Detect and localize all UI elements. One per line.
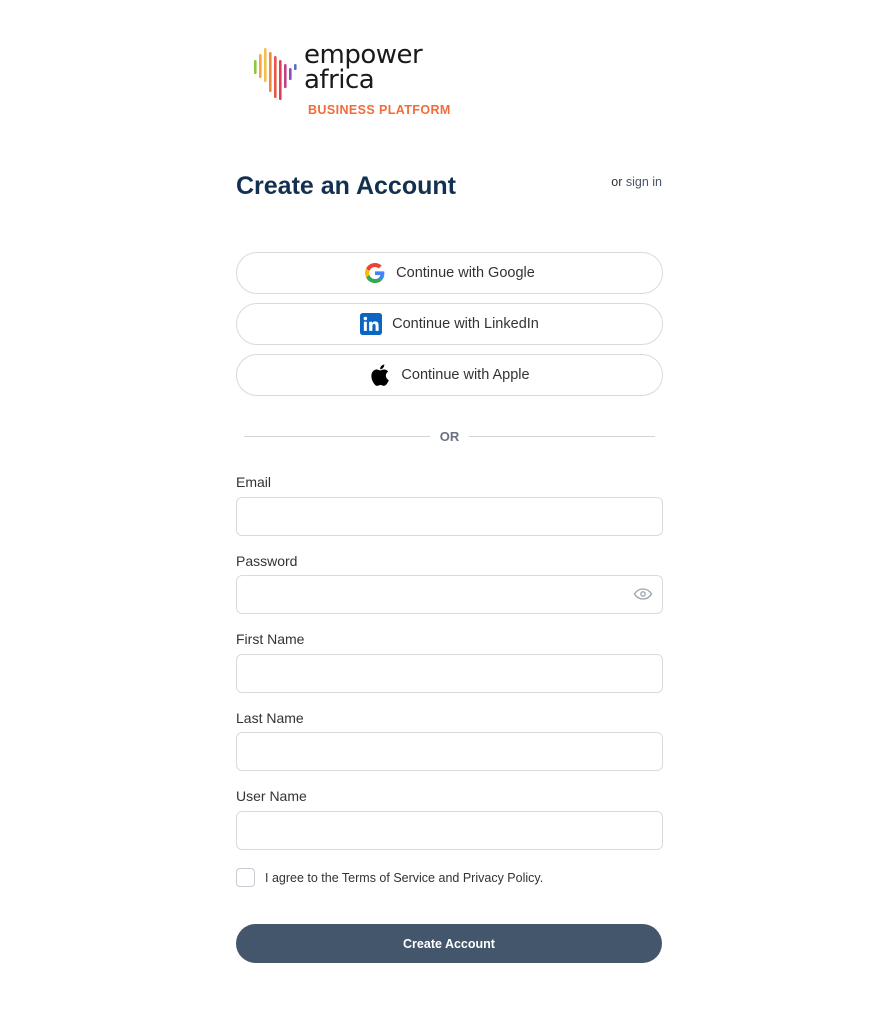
password-field[interactable] — [236, 575, 663, 614]
user-name-field[interactable] — [236, 811, 663, 850]
agree-terms-text: I agree to the Terms of Service and Priv… — [265, 871, 543, 885]
agree-prefix: I agree to the — [265, 871, 339, 885]
apple-button-label: Continue with Apple — [401, 367, 530, 383]
continue-with-linkedin-button[interactable]: Continue with LinkedIn — [236, 303, 663, 345]
apple-icon — [369, 364, 391, 386]
brand-logo: empower africa BUSINESS PLATFORM — [252, 42, 472, 122]
agree-suffix: . — [539, 871, 544, 885]
signin-prefix: or — [611, 175, 623, 189]
password-label: Password — [236, 553, 298, 569]
signin-prompt: or sign in — [611, 175, 662, 189]
signin-link[interactable]: sign in — [626, 175, 662, 189]
email-label: Email — [236, 474, 272, 490]
logo-word-africa: africa — [304, 65, 375, 95]
or-divider: OR — [244, 429, 655, 444]
first-name-label: First Name — [236, 631, 305, 647]
google-button-label: Continue with Google — [396, 265, 535, 281]
agree-terms-checkbox[interactable] — [236, 868, 255, 887]
last-name-label: Last Name — [236, 710, 304, 726]
privacy-policy-link[interactable]: Privacy Policy — [463, 871, 540, 885]
google-icon — [364, 262, 386, 284]
first-name-field[interactable] — [236, 654, 663, 693]
linkedin-icon — [360, 313, 383, 335]
page-title: Create an Account — [236, 172, 456, 200]
agree-and: and — [438, 871, 460, 885]
email-field[interactable] — [236, 497, 663, 536]
create-account-button[interactable]: Create Account — [236, 924, 662, 963]
linkedin-button-label: Continue with LinkedIn — [392, 316, 539, 332]
logo-tagline: BUSINESS PLATFORM — [308, 103, 451, 117]
divider-label: OR — [439, 429, 460, 444]
continue-with-apple-button[interactable]: Continue with Apple — [236, 354, 663, 396]
last-name-field[interactable] — [236, 732, 663, 771]
logo-bars-icon — [254, 48, 297, 100]
eye-icon[interactable] — [633, 587, 653, 601]
terms-of-service-link[interactable]: Terms of Service — [342, 871, 435, 885]
user-name-label: User Name — [236, 788, 307, 804]
continue-with-google-button[interactable]: Continue with Google — [236, 252, 663, 294]
